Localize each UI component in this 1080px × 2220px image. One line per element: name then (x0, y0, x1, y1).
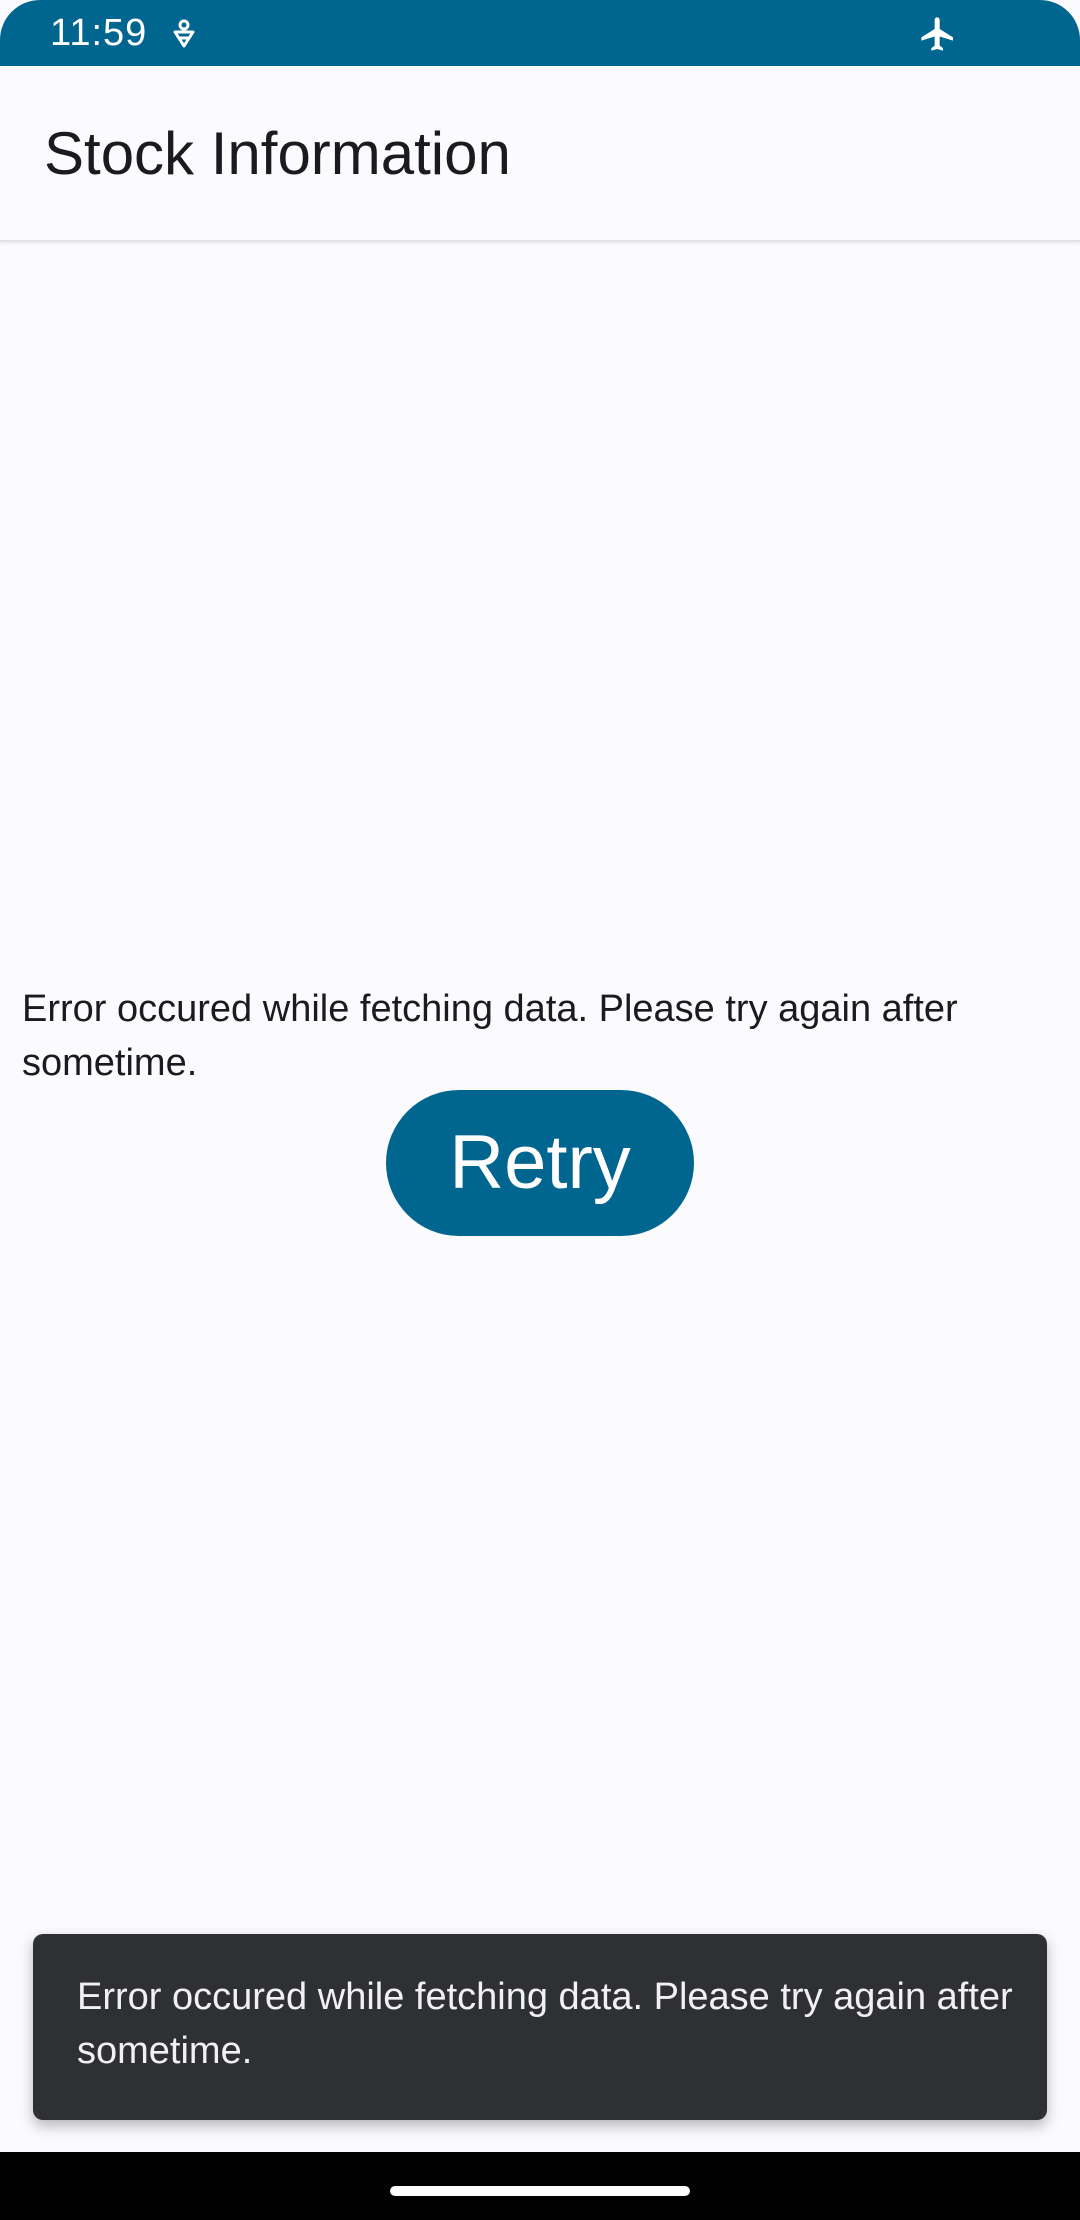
top-app-bar: Stock Information (0, 66, 1080, 242)
status-bar: 11:59 (0, 0, 1080, 66)
status-time: 11:59 (50, 12, 148, 54)
page-title: Stock Information (44, 120, 511, 187)
navigation-bar (0, 2152, 1080, 2220)
app-screen: 11:59 Stock Information Error occured wh… (0, 0, 1080, 2220)
airplane-mode-icon (921, 17, 953, 51)
home-handle[interactable] (390, 2186, 690, 2196)
snackbar: Error occured while fetching data. Pleas… (33, 1934, 1047, 2120)
snackbar-message: Error occured while fetching data. Pleas… (77, 1976, 1013, 2072)
retry-button[interactable]: Retry (386, 1090, 694, 1236)
error-message: Error occured while fetching data. Pleas… (22, 988, 958, 1084)
data-saver-icon (173, 19, 195, 48)
